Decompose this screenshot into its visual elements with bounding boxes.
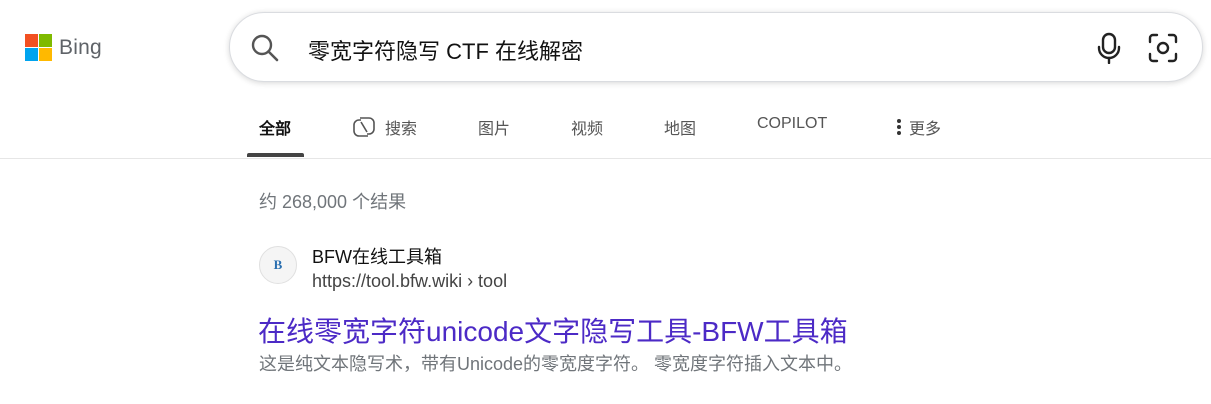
- tab-more-label: 更多: [909, 121, 942, 138]
- tab-search-label: 搜索: [385, 121, 418, 138]
- result-url[interactable]: https://tool.bfw.wiki › tool: [312, 271, 507, 292]
- logo-text: Bing: [59, 35, 102, 59]
- search-box[interactable]: 零宽字符隐写 CTF 在线解密: [229, 12, 1203, 82]
- copilot-icon: [353, 117, 375, 137]
- tab-images[interactable]: 图片: [478, 115, 510, 139]
- tab-all[interactable]: 全部: [259, 115, 291, 139]
- tab-videos-label: 视频: [571, 121, 604, 138]
- visual-search-icon[interactable]: [1147, 32, 1179, 64]
- tab-maps-label: 地图: [664, 121, 697, 138]
- more-vertical-icon: [897, 117, 901, 137]
- result-site-name[interactable]: BFW在线工具箱: [312, 243, 442, 269]
- result-snippet: 这是纯文本隐写术，带有Unicode的零宽度字符。 零宽度字符插入文本中。: [259, 354, 853, 374]
- active-tab-indicator: [247, 153, 304, 157]
- site-favicon[interactable]: B: [259, 246, 297, 284]
- tab-videos[interactable]: 视频: [571, 115, 603, 139]
- tab-images-label: 图片: [478, 121, 511, 138]
- tab-more[interactable]: 更多: [897, 115, 941, 139]
- tab-search[interactable]: 搜索: [352, 115, 417, 139]
- tab-copilot-label: COPILOT: [757, 115, 828, 132]
- microphone-icon[interactable]: [1096, 32, 1122, 64]
- result-title-link[interactable]: 在线零宽字符unicode文字隐写工具-BFW工具箱: [258, 310, 848, 350]
- result-count: 约 268,000 个结果: [259, 192, 407, 212]
- search-icon[interactable]: [250, 33, 280, 63]
- bing-logo[interactable]: Bing: [25, 34, 102, 61]
- tab-copilot[interactable]: COPILOT: [757, 115, 827, 133]
- search-input[interactable]: 零宽字符隐写 CTF 在线解密: [308, 34, 583, 66]
- nav-tabs: 全部 搜索 图片 视频 地图 COPILOT 更多: [0, 98, 1211, 159]
- tab-maps[interactable]: 地图: [664, 115, 696, 139]
- tab-all-label: 全部: [259, 121, 292, 138]
- microsoft-logo-icon: [25, 34, 52, 61]
